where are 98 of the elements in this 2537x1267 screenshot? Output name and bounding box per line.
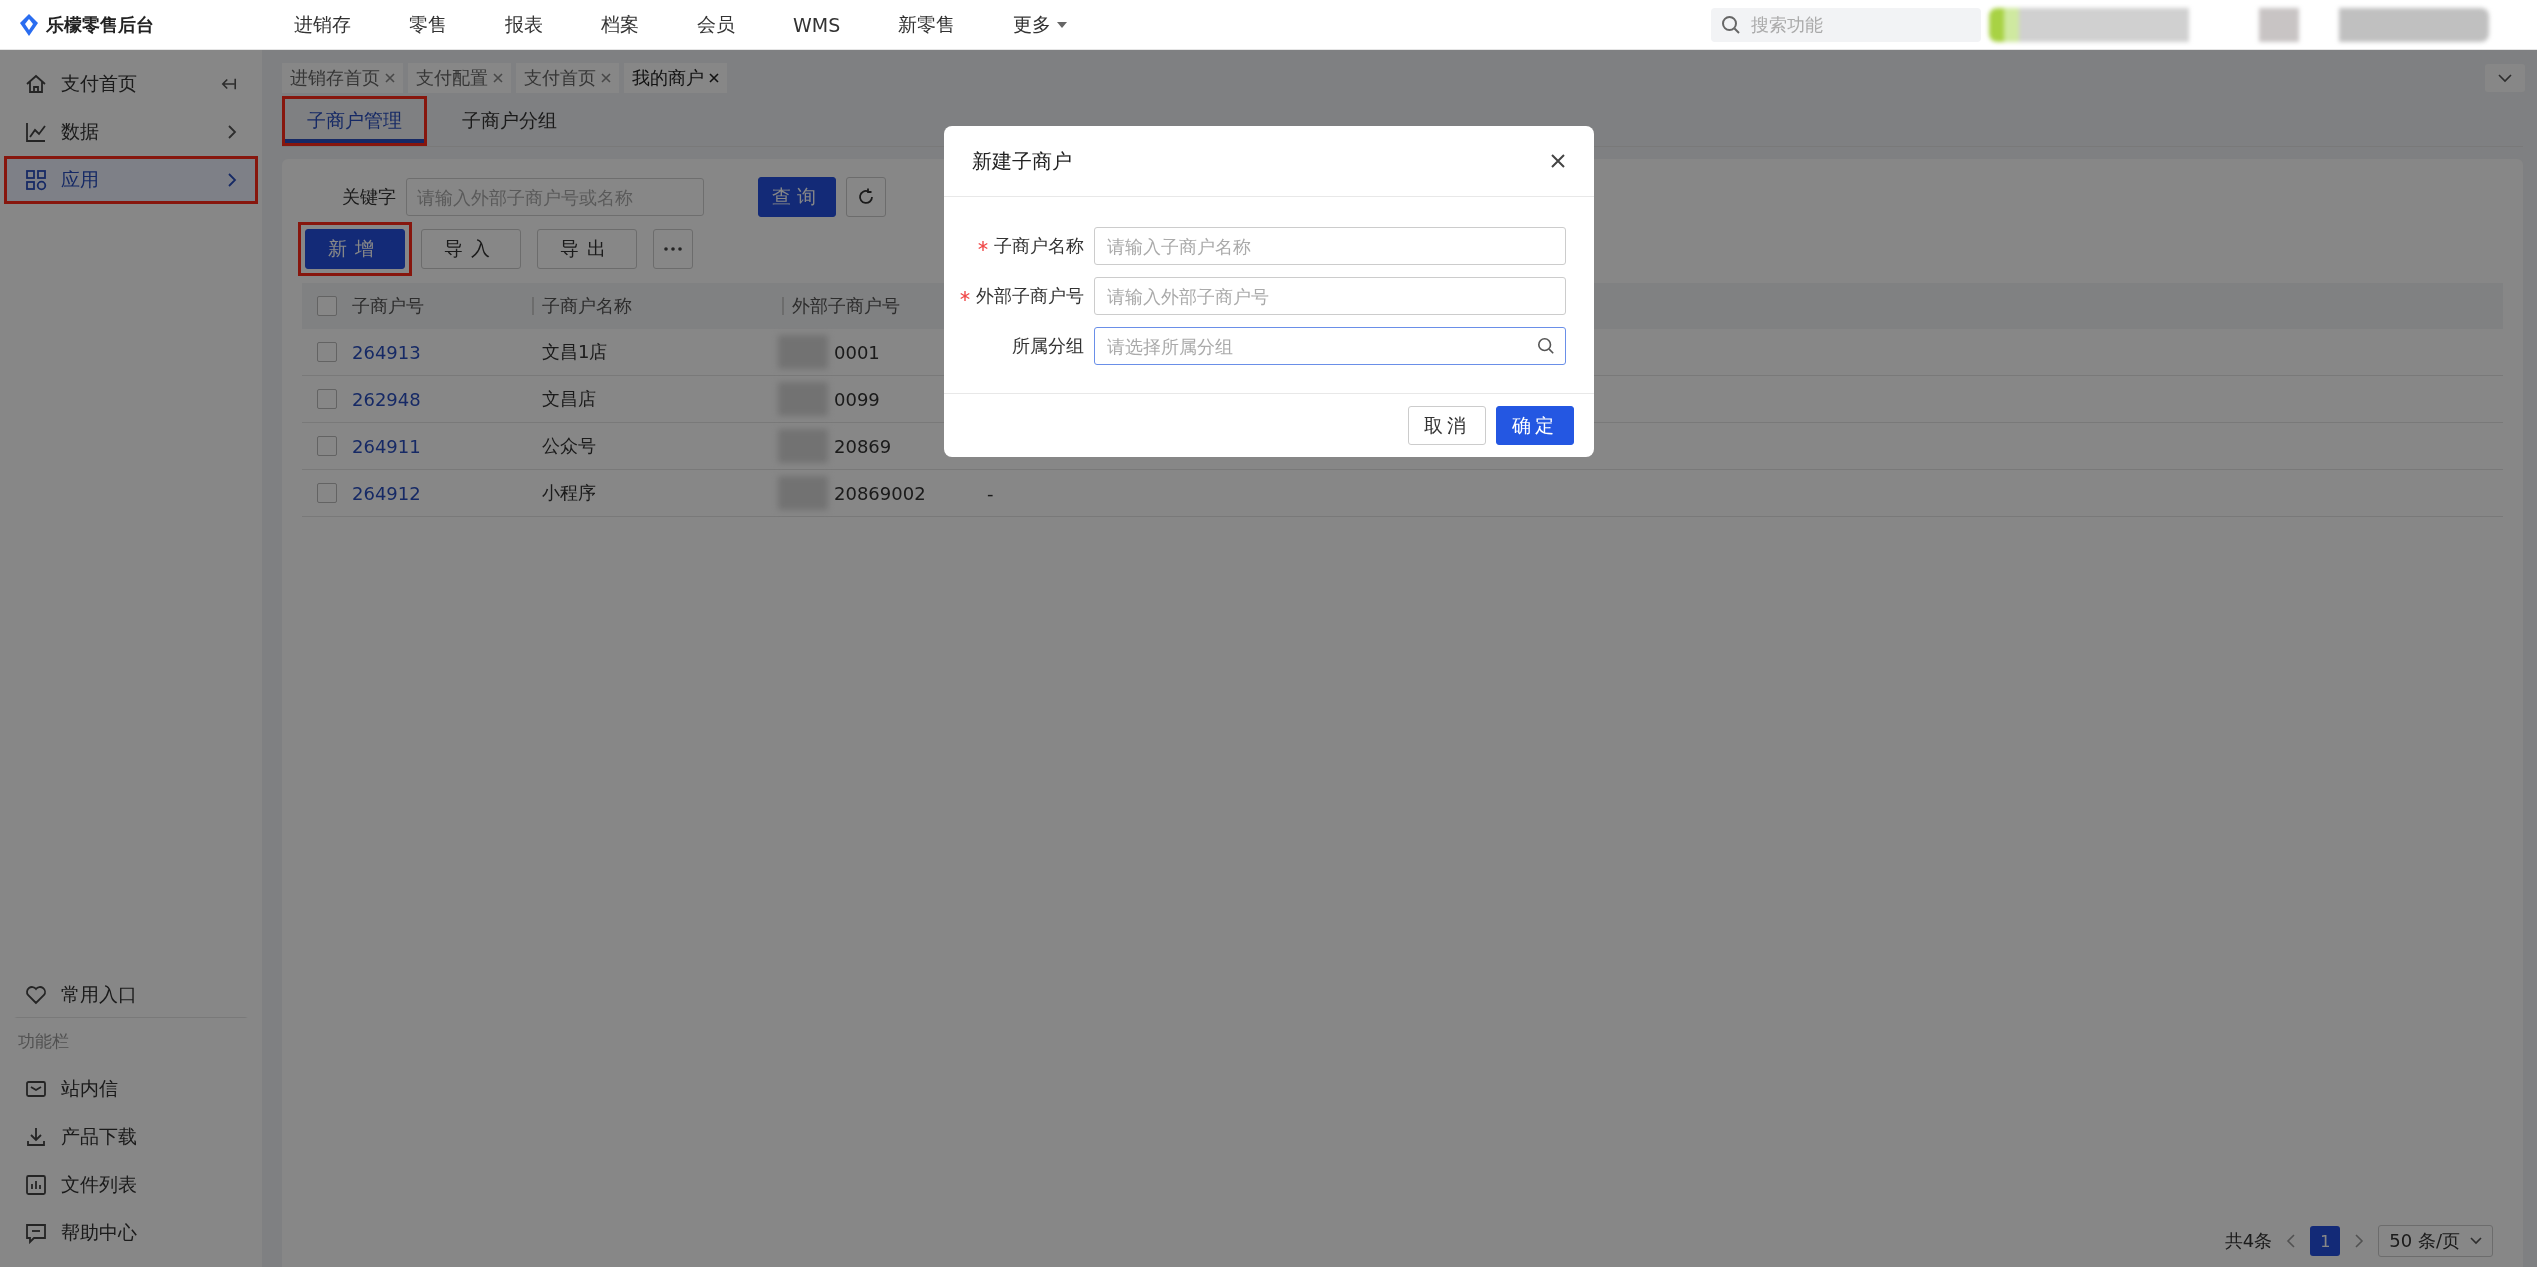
- merchant-id-link[interactable]: 264912: [352, 482, 421, 504]
- grid-icon: [25, 169, 47, 191]
- table-cell: 20869: [834, 435, 892, 457]
- table-cell-text: 小程序: [542, 481, 597, 505]
- nav-link[interactable]: 报表: [481, 11, 567, 38]
- page-size-select[interactable]: 50 条/页: [2378, 1225, 2493, 1257]
- sidebar-label: 应用: [61, 167, 100, 192]
- sub-tab[interactable]: 子商户分组: [437, 96, 582, 146]
- nav-link[interactable]: 更多: [989, 11, 1092, 38]
- table-cell: 0099: [834, 388, 880, 410]
- nav-link[interactable]: 零售: [385, 11, 471, 38]
- table-cell: 0001: [834, 341, 880, 363]
- previous-icon[interactable]: [2286, 1233, 2297, 1249]
- tab-label: 支付首页: [524, 66, 596, 90]
- column-header: 子商户号: [352, 294, 425, 318]
- sidebar-item[interactable]: 应用: [4, 156, 258, 204]
- nav-link[interactable]: WMS: [769, 11, 865, 38]
- column-header: 子商户名称: [532, 297, 792, 315]
- sidebar-label: 站内信: [61, 1076, 119, 1101]
- chevron-right-icon: [227, 172, 237, 188]
- sidebar-label: 常用入口: [61, 982, 138, 1007]
- tab-label: 我的商户: [632, 66, 704, 90]
- refresh-button[interactable]: [846, 177, 886, 217]
- next-icon[interactable]: [2354, 1233, 2365, 1249]
- asterisk-icon: [960, 291, 970, 301]
- close-icon[interactable]: [1550, 153, 1566, 169]
- checkbox[interactable]: [317, 296, 337, 316]
- sidebar-item[interactable]: 帮助中心: [4, 1209, 258, 1257]
- sidebar-label: 文件列表: [61, 1172, 138, 1197]
- more-button[interactable]: [653, 229, 693, 269]
- chat-icon: [25, 1222, 47, 1244]
- action-button[interactable]: 导入: [421, 229, 521, 269]
- sidebar-label: 支付首页: [61, 71, 138, 96]
- tab-label: 支付配置: [416, 66, 488, 90]
- dialog-button[interactable]: 确定: [1496, 406, 1574, 445]
- merchant-id-link[interactable]: 262948: [352, 388, 421, 410]
- table-cell-text: 文昌1店: [542, 340, 609, 364]
- mail-icon: [25, 1078, 47, 1100]
- collapse-icon[interactable]: [221, 77, 237, 91]
- sidebar-label: 帮助中心: [61, 1220, 138, 1245]
- bar-chart-icon: [25, 1174, 47, 1196]
- nav-link[interactable]: 档案: [577, 11, 663, 38]
- expand-button[interactable]: [2485, 64, 2525, 92]
- heart-icon: [25, 984, 47, 1006]
- asterisk-icon: [978, 241, 988, 251]
- tab-label: 进销存首页: [290, 66, 380, 90]
- page-button[interactable]: 1: [2310, 1226, 2341, 1256]
- nav-link[interactable]: 新零售: [874, 11, 980, 38]
- chevron-down-icon: [2498, 73, 2512, 83]
- page-tab[interactable]: 支付首页: [516, 63, 619, 93]
- download-icon: [25, 1126, 47, 1148]
- action-button[interactable]: 导出: [537, 229, 637, 269]
- table-cell-text: 公众号: [542, 434, 597, 458]
- sidebar-item[interactable]: 支付首页: [4, 60, 258, 108]
- logo-icon: [18, 12, 40, 37]
- refresh-icon: [856, 187, 876, 207]
- search-input[interactable]: 搜索功能: [1749, 13, 1933, 36]
- nav-link[interactable]: 会员: [673, 11, 759, 38]
- sidebar-item[interactable]: 站内信: [4, 1065, 258, 1113]
- checkbox[interactable]: [317, 483, 337, 503]
- dialog-title: 新建子商户: [972, 147, 1072, 175]
- table-cell: 20869002: [834, 482, 926, 504]
- sidebar-label: 数据: [61, 119, 100, 144]
- sidebar-label: 产品下载: [61, 1124, 138, 1149]
- sub-tab[interactable]: 子商户管理: [282, 96, 427, 146]
- chevron-right-icon: [227, 124, 237, 140]
- home-icon: [25, 73, 47, 95]
- table-cell-text: 文昌店: [542, 387, 597, 411]
- dialog-button[interactable]: 取消: [1408, 406, 1486, 445]
- chevron-down-icon: [2470, 1237, 2482, 1245]
- search-icon: [1537, 337, 1555, 355]
- caret-icon: [1057, 21, 1068, 28]
- page-tab[interactable]: 我的商户: [624, 63, 727, 93]
- favorites-item[interactable]: 常用入口: [14, 970, 248, 1018]
- app-name: 乐檬零售后台: [46, 12, 154, 37]
- merchant-id-link[interactable]: 264913: [352, 341, 421, 363]
- page-tab[interactable]: 支付配置: [408, 63, 511, 93]
- search-icon: [1721, 14, 1741, 35]
- field-label: 所属分组: [1012, 334, 1084, 358]
- field-label: 子商户名称: [994, 234, 1084, 258]
- table-cell: -: [987, 482, 994, 504]
- total-count: 共4条: [2224, 1229, 2273, 1253]
- field-label: 关键字: [342, 185, 396, 209]
- page-tab[interactable]: 进销存首页: [282, 63, 403, 93]
- sidebar-item[interactable]: 产品下载: [4, 1113, 258, 1161]
- checkbox[interactable]: [317, 342, 337, 362]
- checkbox[interactable]: [317, 389, 337, 409]
- merchant-id-link[interactable]: 264911: [352, 435, 421, 457]
- query-button[interactable]: 查询: [758, 177, 836, 217]
- sidebar-item[interactable]: 数据: [4, 108, 258, 156]
- search-field[interactable]: 搜索功能: [1711, 7, 1981, 42]
- checkbox[interactable]: [317, 436, 337, 456]
- nav-link[interactable]: 进销存: [270, 11, 375, 38]
- sidebar-item[interactable]: 文件列表: [4, 1161, 258, 1209]
- close-icon[interactable]: [709, 73, 719, 83]
- more-icon: [664, 247, 682, 251]
- action-button[interactable]: 新增: [305, 229, 405, 269]
- line-chart-icon: [25, 121, 47, 143]
